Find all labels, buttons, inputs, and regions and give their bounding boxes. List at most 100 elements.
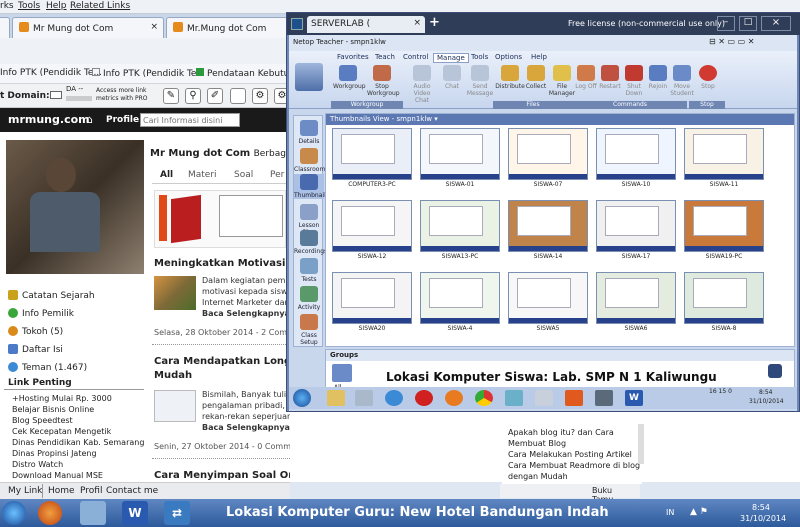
related-link[interactable]: Apakah blog itu? dan Cara (508, 428, 614, 437)
tab-mrmung-2[interactable]: Mr.Mung dot Com (166, 17, 288, 38)
related-link[interactable]: Membuat Blog (508, 439, 566, 448)
remote-app-icon[interactable] (355, 390, 373, 406)
related-link[interactable]: Cara Melakukan Posting Artikel (508, 450, 632, 459)
bottom-link-contact[interactable]: Contact me (106, 486, 158, 496)
menu-bookmarks[interactable]: rks (0, 1, 14, 11)
language-indicator[interactable]: IN (666, 508, 674, 517)
remote-opera-icon[interactable] (415, 390, 433, 406)
nav-recordings[interactable]: Recordings (294, 230, 327, 255)
bottom-link-home[interactable]: Home (48, 486, 75, 496)
link-item[interactable]: Distro Watch (12, 460, 63, 469)
tray-icons[interactable]: ▲ ⚑ (690, 507, 708, 517)
site-brand[interactable]: mrmung.com (8, 113, 90, 126)
sidebar-item-tokoh[interactable]: Tokoh (5) (8, 326, 63, 337)
buku-tamu[interactable]: Buku Tamu (500, 484, 640, 504)
ribbon-tab-help[interactable]: Help (531, 53, 547, 61)
nav-class-setup[interactable]: Class Setup (294, 314, 324, 346)
audio-video-chat-button[interactable]: Audio Video Chat (407, 65, 437, 104)
teamviewer-icon[interactable]: ⇄ (164, 501, 190, 525)
search-icon[interactable]: ⚲ (185, 88, 201, 104)
link-item[interactable]: Download Manual MSE (12, 471, 103, 481)
access-more-link[interactable]: Access more link metrics with PRO (96, 87, 156, 103)
student-thumbnail[interactable]: SISWA-12 (332, 200, 412, 262)
nav-classroom[interactable]: Classroom (294, 148, 325, 173)
related-link[interactable]: Cara Membuat Readmore di blog (508, 461, 640, 470)
start-button-icon[interactable] (2, 501, 26, 525)
link-item[interactable]: +Hosting Mulai Rp. 3000 (12, 394, 112, 403)
link-item[interactable]: Cek Kecepatan Mengetik (12, 427, 111, 436)
article-thumbnail[interactable] (154, 276, 196, 310)
remote-netop-icon[interactable] (595, 390, 613, 406)
student-thumbnail[interactable]: SISWA-8 (684, 272, 764, 334)
student-thumbnail[interactable]: SISWA13-PC (420, 200, 500, 262)
bookmark-info-ptk-2[interactable]: Info PTK (Pendidik Te... (92, 68, 205, 79)
student-thumbnail[interactable]: SISWA-10 (596, 128, 676, 190)
home-icon[interactable]: ⌂ (86, 113, 93, 126)
ribbon-tab-manage[interactable]: Manage (433, 53, 469, 63)
close-window-icon[interactable]: × (761, 16, 791, 31)
maximize-icon[interactable]: □ (739, 16, 757, 31)
stop-workgroup-button[interactable]: Stop Workgroup (367, 65, 400, 97)
tab-materi[interactable]: Materi (188, 170, 217, 180)
nav-tests[interactable]: Tests (294, 258, 324, 283)
related-scrollbar[interactable] (638, 424, 644, 464)
search-input[interactable] (140, 113, 240, 127)
tab-all[interactable]: All (160, 170, 173, 180)
remote-firefox-icon[interactable] (445, 390, 463, 406)
bottom-link-profil[interactable]: Profil (80, 486, 102, 496)
menu-tools[interactable]: Tools (18, 1, 40, 11)
remote-app2-icon[interactable] (505, 390, 523, 406)
remote-ie-icon[interactable] (385, 390, 403, 406)
chat-panel-icon[interactable] (768, 364, 782, 378)
bookmark-info-ptk-1[interactable]: Info PTK (Pendidik Te... (0, 68, 102, 78)
wrench-icon[interactable]: ✎ (163, 88, 179, 104)
remote-explorer-icon[interactable] (327, 390, 345, 406)
menu-related-links[interactable]: Related Links (70, 1, 130, 11)
student-thumbnail[interactable]: SISWA-11 (684, 128, 764, 190)
related-link[interactable]: dengan Mudah (508, 472, 568, 481)
nav-activity[interactable]: Activity (294, 286, 324, 311)
close-icon[interactable]: × (150, 22, 158, 32)
student-thumbnail[interactable]: COMPUTER3-PC (332, 128, 412, 190)
sidebar-item-teman[interactable]: Teman (1.467) (8, 362, 87, 373)
student-thumbnail[interactable]: SISWA-07 (508, 128, 588, 190)
word-icon[interactable]: W (122, 501, 148, 525)
send-message-button[interactable]: Send Message (465, 65, 495, 97)
link-item[interactable]: Dinas Propinsi Jateng (12, 449, 97, 458)
tab-per[interactable]: Per (270, 170, 284, 180)
blank-icon[interactable] (230, 88, 246, 104)
link-item[interactable]: Belajar Bisnis Online (12, 405, 94, 414)
student-thumbnail[interactable]: SISWA-17 (596, 200, 676, 262)
link-item[interactable]: Dinas Pendidikan Kab. Semarang (12, 438, 144, 447)
remote-powerpoint-icon[interactable] (565, 390, 583, 406)
firefox-icon[interactable] (38, 501, 62, 525)
article-title[interactable]: Cara Mendapatkan Longit (154, 356, 299, 367)
bookmark-pendataan[interactable]: Pendataan Kebutuhan (196, 68, 290, 79)
read-more-link[interactable]: Baca Selengkapnya » (202, 309, 298, 318)
tab-soal[interactable]: Soal (234, 170, 253, 180)
close-icon[interactable]: × (413, 18, 421, 28)
edit-icon[interactable]: ✐ (207, 88, 223, 104)
tab-mrmung-1[interactable]: Mr Mung dot Com × (12, 17, 164, 38)
workgroup-button[interactable]: Workgroup (333, 65, 366, 90)
new-tab-icon[interactable]: + (429, 15, 440, 30)
remote-chrome-icon[interactable] (475, 390, 493, 406)
sidebar-item-info-pemilik[interactable]: Info Pemilik (8, 308, 74, 319)
article-title[interactable]: Meningkatkan Motivasi Be (154, 258, 303, 269)
menu-help[interactable]: Help (46, 1, 67, 11)
read-more-link[interactable]: Baca Selengkapnya » (202, 423, 298, 432)
nav-details[interactable]: Details (294, 120, 324, 145)
remote-start-icon[interactable] (293, 389, 311, 407)
article-thumbnail[interactable] (154, 390, 196, 422)
remote-word-icon[interactable]: W (625, 390, 643, 406)
student-thumbnail[interactable]: SISWA5 (508, 272, 588, 334)
ribbon-tab-options[interactable]: Options (495, 53, 522, 61)
student-thumbnail[interactable]: SISWA6 (596, 272, 676, 334)
ribbon-tab-tools[interactable]: Tools (471, 53, 488, 61)
student-thumbnail[interactable]: SISWA20 (332, 272, 412, 334)
sidebar-item-catatan[interactable]: Catatan Sejarah (8, 290, 95, 301)
ribbon-tab-teach[interactable]: Teach (375, 53, 395, 61)
app-icon[interactable] (80, 501, 106, 525)
nav-thumbnails[interactable]: Thumbnails (294, 174, 329, 199)
app-window-controls[interactable]: ⊟ ✕ ▭ ▭ ✕ (709, 37, 754, 46)
